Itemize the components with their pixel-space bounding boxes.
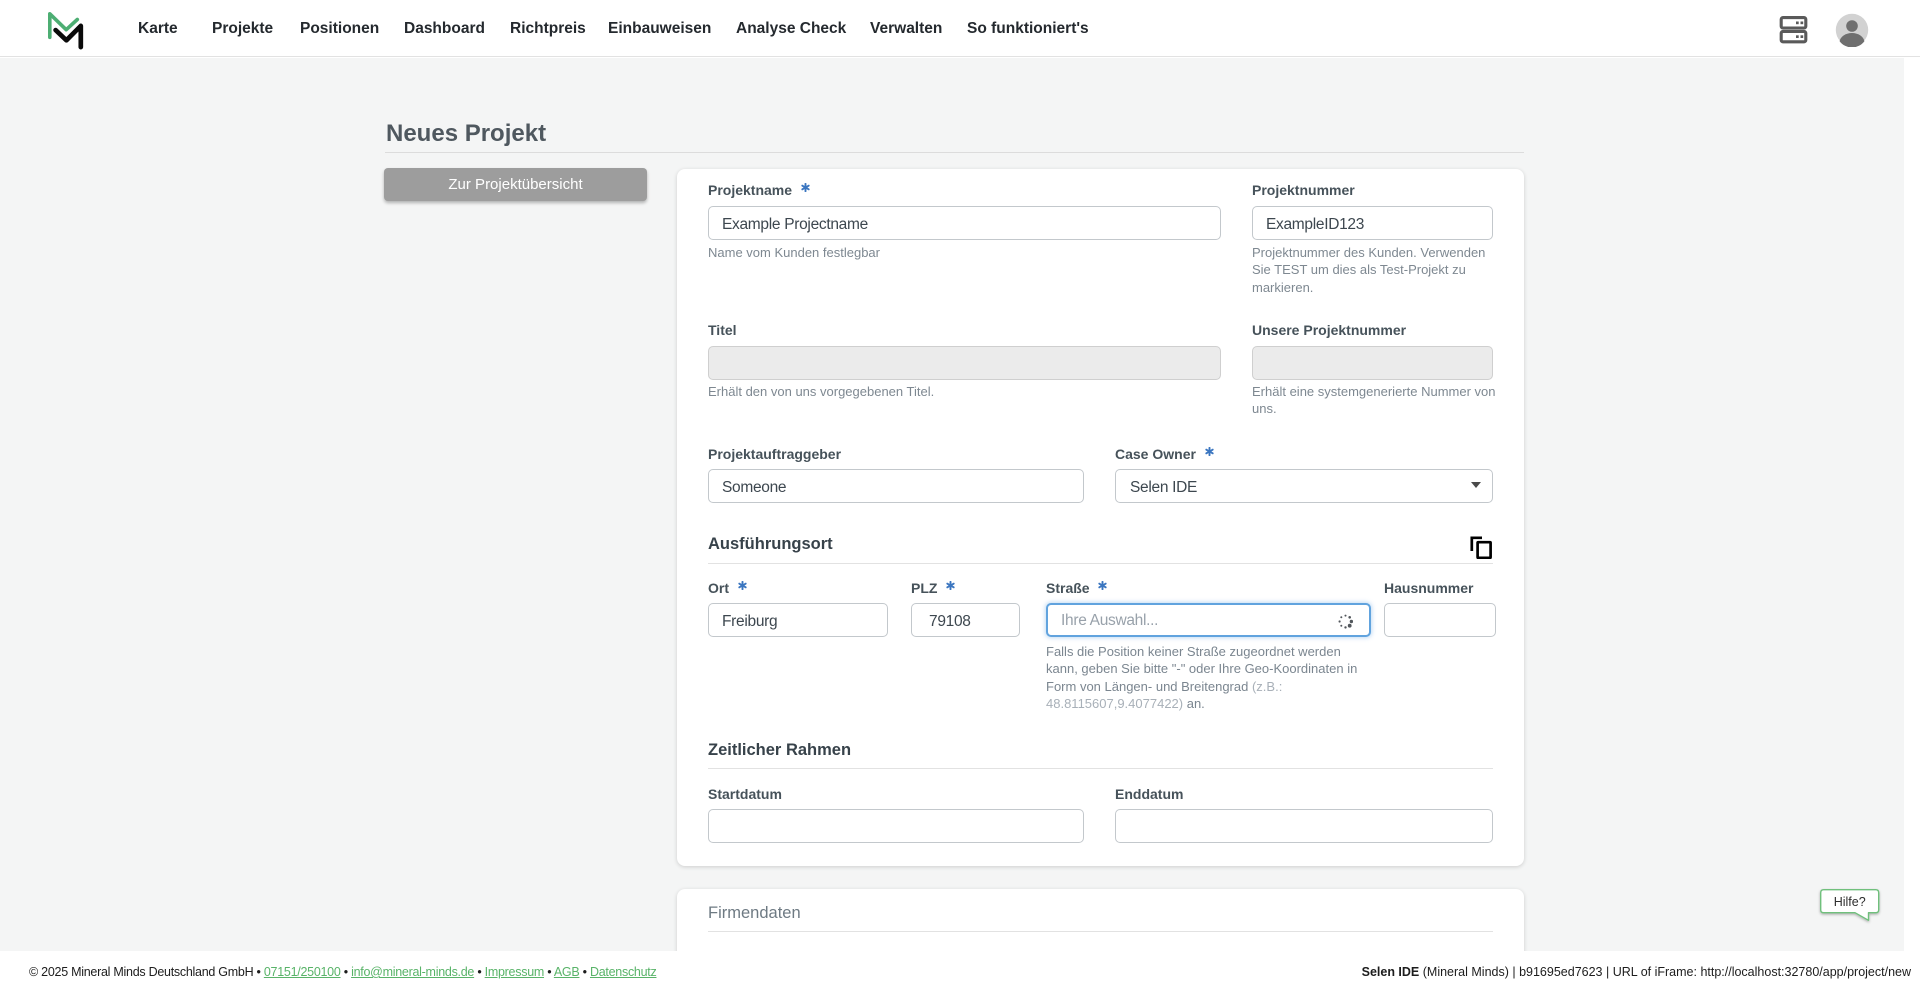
svg-text:Hilfe?: Hilfe? bbox=[1834, 895, 1866, 909]
